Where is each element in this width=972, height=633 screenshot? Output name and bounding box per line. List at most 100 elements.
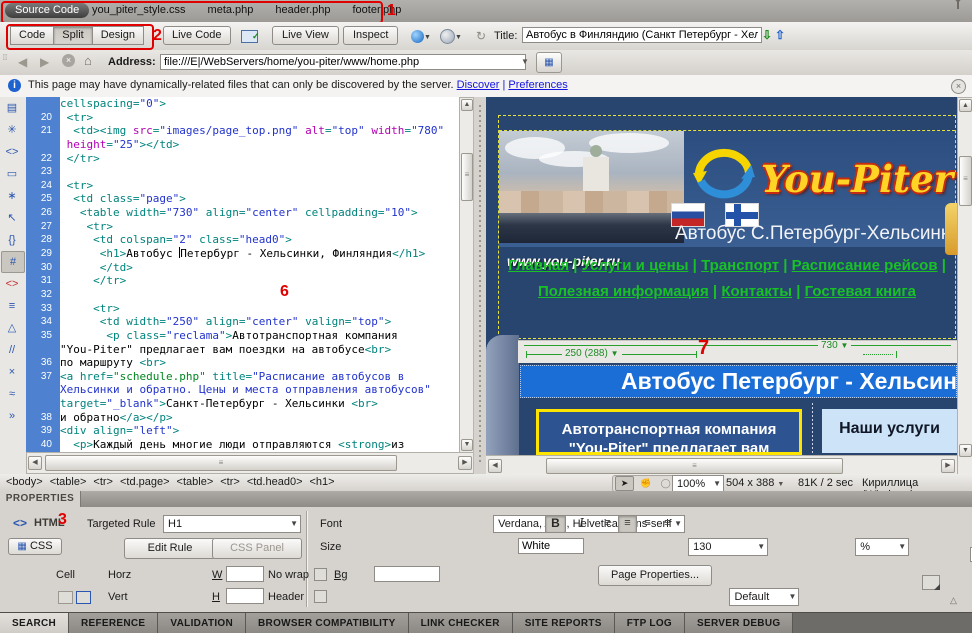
scroll-left-icon[interactable]: ◀ <box>488 459 502 473</box>
format-source-code-icon[interactable]: ≈ <box>0 383 24 405</box>
address-dropdown-icon[interactable]: ▼ <box>521 57 529 66</box>
code-line[interactable]: 36по маршруту <br> <box>26 356 459 370</box>
code-line[interactable]: 28 <td colspan="2" class="head0"> <box>26 233 459 247</box>
company-intro-box[interactable]: Автотранспортная компания "You-Piter" пр… <box>536 409 802 455</box>
results-tab-browser-compatibility[interactable]: BROWSER COMPATIBILITY <box>246 613 409 633</box>
select-parent-tag-icon[interactable]: ↖ <box>0 207 24 229</box>
design-vscrollbar[interactable]: ▲ ≡ ▼ <box>957 97 972 476</box>
tag-crumb[interactable]: <tr> <box>93 476 113 488</box>
vert-select[interactable]: Default▼ <box>729 588 799 606</box>
code-line[interactable]: 34 <td width="250" align="center" valign… <box>26 315 459 329</box>
preferences-link[interactable]: Preferences <box>508 79 567 91</box>
no-wrap-checkbox[interactable] <box>314 568 327 581</box>
scroll-up-icon[interactable]: ▲ <box>959 99 972 112</box>
live-view-button[interactable]: Live View <box>272 26 339 45</box>
word-wrap-icon[interactable]: ≡ <box>0 295 24 317</box>
results-tab-site-reports[interactable]: SITE REPORTS <box>513 613 615 633</box>
scroll-up-icon[interactable]: ▲ <box>461 99 473 111</box>
results-tab-search[interactable]: SEARCH <box>0 613 69 633</box>
scroll-down-icon[interactable]: ▼ <box>461 439 473 451</box>
code-line[interactable]: 21 <td><img src="images/page_top.png" al… <box>26 124 459 138</box>
window-size-select[interactable]: 504 x 388 ▼ <box>726 477 784 489</box>
scroll-left-icon[interactable]: ◀ <box>28 456 42 470</box>
put-file-icon[interactable]: ⇧ <box>775 28 785 42</box>
results-tab-link-checker[interactable]: LINK CHECKER <box>409 613 513 633</box>
italic-button[interactable]: I <box>571 515 592 533</box>
tag-crumb[interactable]: <table> <box>177 476 214 488</box>
services-header-box[interactable]: Наши услуги <box>822 409 957 453</box>
live-code-button[interactable]: Live Code <box>163 26 231 45</box>
tag-crumb[interactable]: <tr> <box>220 476 240 488</box>
merge-cells-icon[interactable] <box>58 591 73 604</box>
results-tab-server-debug[interactable]: SERVER DEBUG <box>685 613 793 633</box>
header-checkbox[interactable] <box>314 590 327 603</box>
code-line[interactable]: 29 <h1>Автобус Петербург - Хельсинки, Фи… <box>26 247 459 261</box>
address-input[interactable] <box>160 54 526 70</box>
code-line[interactable]: 25 <td class="page"> <box>26 192 459 206</box>
align-right-button[interactable]: ≡ <box>638 515 657 533</box>
tag-crumb[interactable]: <h1> <box>310 476 335 488</box>
title-input[interactable] <box>522 27 762 43</box>
code-line[interactable]: 22 </tr> <box>26 152 459 166</box>
preview-in-browser-icon[interactable]: ▼ <box>408 26 434 47</box>
check-browser-compat-icon[interactable] <box>236 26 262 47</box>
check-page-icon[interactable]: ▼ <box>438 26 464 47</box>
code-editor[interactable]: cellspacing="0">20 <tr>21 <td><img src="… <box>26 97 459 453</box>
inspect-button[interactable]: Inspect <box>343 26 398 45</box>
close-icon[interactable]: × <box>951 79 966 94</box>
css-panel-button[interactable]: CSS Panel <box>212 538 302 559</box>
css-mode-button[interactable]: ▦ CSS <box>8 538 62 555</box>
code-vscroll-thumb[interactable]: ≡ <box>461 153 473 201</box>
collapse-full-tag-icon[interactable]: <> <box>0 141 24 163</box>
recent-snippets-icon[interactable]: » <box>0 405 24 427</box>
discover-link[interactable]: Discover <box>457 79 500 91</box>
toolbar-grip[interactable]: ⁞⁞ <box>2 53 8 63</box>
tag-crumb[interactable]: <body> <box>6 476 43 488</box>
table-width-bar[interactable]: 730 ▼ 250 (288) ▼ <box>518 340 957 363</box>
code-line[interactable]: 35 <p class="reclama">Автотранспортная к… <box>26 329 459 343</box>
scroll-right-icon[interactable]: ▶ <box>458 456 472 470</box>
remove-comment-icon[interactable]: × <box>0 361 24 383</box>
align-justify-button[interactable]: ≡ <box>658 515 677 533</box>
panel-collapse-icon[interactable]: △ <box>950 595 957 606</box>
properties-panel-tab[interactable]: PROPERTIES <box>0 491 81 507</box>
width-input[interactable] <box>226 566 264 582</box>
highlight-invalid-code-icon[interactable]: <> <box>0 273 24 295</box>
line-numbers-icon[interactable]: # <box>1 251 25 273</box>
code-hscroll-thumb[interactable]: ≡ <box>45 455 397 471</box>
expand-all-icon[interactable]: ∗ <box>0 185 24 207</box>
filter-related-files-icon[interactable] <box>952 3 964 15</box>
bold-button[interactable]: B <box>545 515 566 533</box>
code-line[interactable]: 39<div align="left"> <box>26 424 459 438</box>
code-line[interactable]: 26 <table width="730" align="center" cel… <box>26 206 459 220</box>
site-nav-link[interactable]: Полезная информация <box>538 283 709 300</box>
code-line[interactable]: 20 <tr> <box>26 111 459 125</box>
site-nav-link[interactable]: Гостевая книга <box>805 283 916 300</box>
edit-rule-button[interactable]: Edit Rule <box>124 538 216 559</box>
open-documents-icon[interactable]: ▤ <box>0 97 24 119</box>
scroll-right-icon[interactable]: ▶ <box>941 459 955 473</box>
balance-braces-icon[interactable]: {} <box>0 229 24 251</box>
code-line[interactable]: Хельсинки и обратно. Цены и места отправ… <box>26 383 459 397</box>
text-color-input[interactable] <box>518 538 584 554</box>
code-line[interactable]: 30 </td> <box>26 261 459 275</box>
table-width-label-730[interactable]: 730 ▼ <box>818 340 851 351</box>
code-line[interactable]: 31 </tr> <box>26 274 459 288</box>
code-navigator-icon[interactable]: ✳ <box>0 119 24 141</box>
tag-crumb[interactable]: <table> <box>50 476 87 488</box>
code-line[interactable]: height="25"></td> <box>26 138 459 152</box>
size-select[interactable]: 130▼ <box>688 538 768 556</box>
code-line[interactable]: 38и обратно</a></p> <box>26 411 459 425</box>
column-width-label-250[interactable]: 250 (288) ▼ <box>562 348 622 359</box>
align-center-button[interactable]: ≡ <box>618 515 637 533</box>
back-icon[interactable]: ◀ <box>18 55 27 69</box>
file-list-icon[interactable]: ▦ <box>536 52 562 73</box>
site-nav-link[interactable]: Расписание рейсов <box>792 257 938 274</box>
design-view[interactable]: You-Piter Автобус С.Петербург-Хельсинки … <box>486 97 957 474</box>
site-nav-link[interactable]: Контакты <box>721 283 792 300</box>
code-line[interactable]: 23 <box>26 165 459 179</box>
code-line[interactable]: 32 <box>26 288 459 302</box>
code-line[interactable]: 24 <tr> <box>26 179 459 193</box>
refresh-icon[interactable]: ↻ <box>468 26 494 47</box>
results-tab-validation[interactable]: VALIDATION <box>158 613 246 633</box>
